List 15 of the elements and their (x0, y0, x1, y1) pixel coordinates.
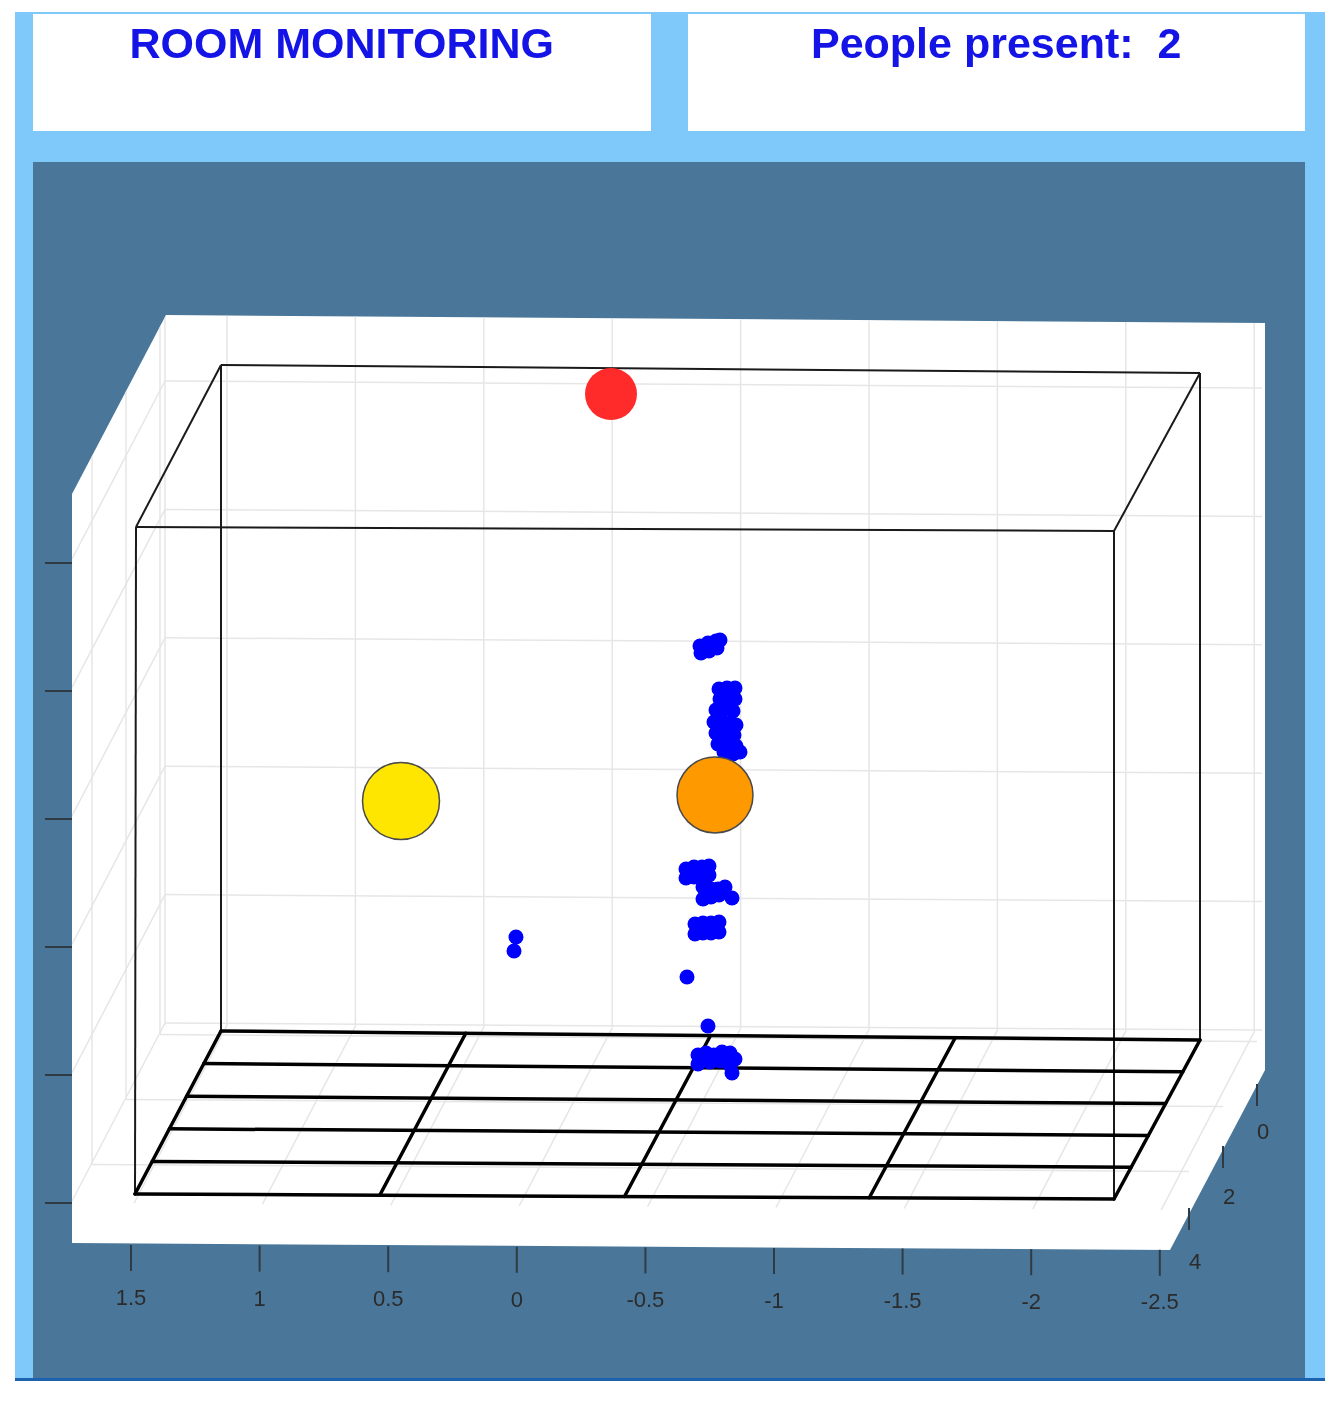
people-count: 2 (1157, 19, 1182, 69)
y-tick-label: 4 (1188, 1249, 1202, 1274)
x-tick-label: -1.5 (883, 1288, 922, 1313)
x-tick-label: 0.5 (372, 1286, 404, 1311)
y-tick-label: 2 (1222, 1184, 1236, 1209)
title-text: ROOM MONITORING (129, 19, 554, 69)
x-tick-label: 1.5 (115, 1285, 147, 1310)
x-tick-label: -2 (1021, 1288, 1041, 1314)
x-tick-label: 0 (510, 1286, 523, 1312)
y-tick-label: 0 (1256, 1119, 1270, 1144)
x-tick-label: -1 (764, 1287, 784, 1313)
x-tick-label: -0.5 (626, 1287, 665, 1312)
x-tick-label: 1 (253, 1285, 266, 1311)
x-tick-label: -2.5 (1140, 1289, 1179, 1314)
people-present-label: People present: (811, 19, 1134, 69)
